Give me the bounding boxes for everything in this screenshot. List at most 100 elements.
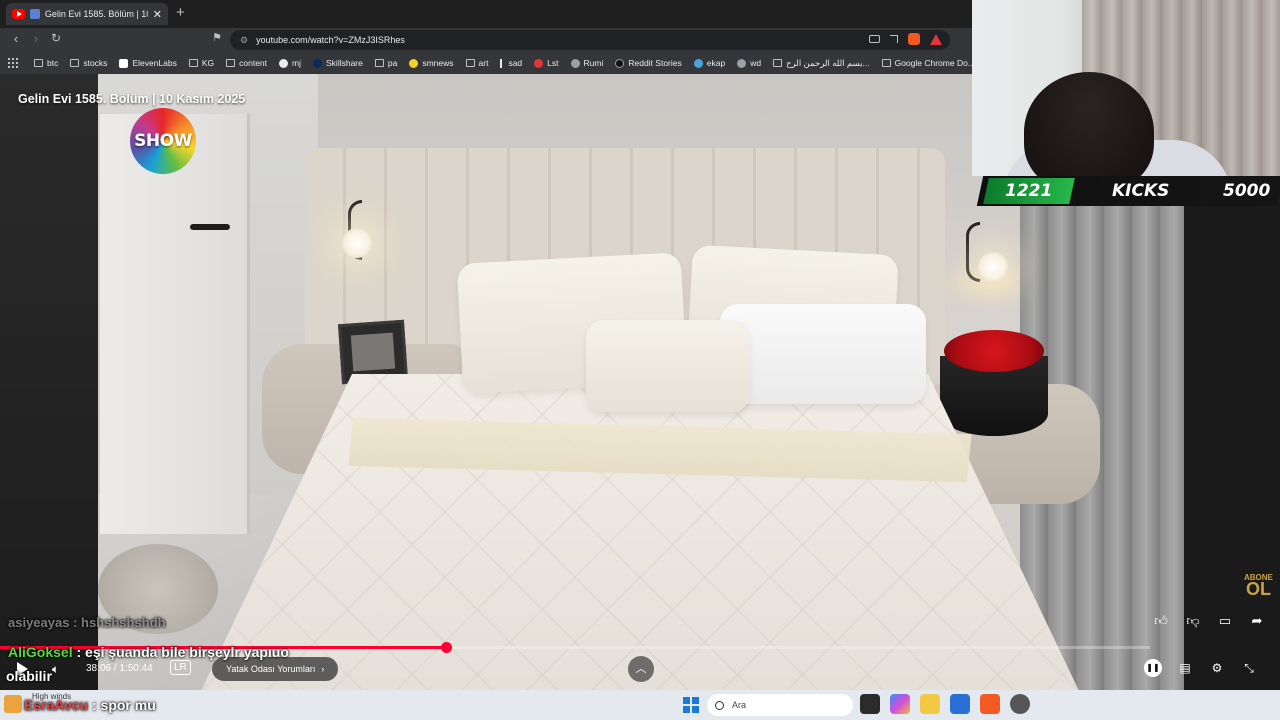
taskbar-search[interactable]: Ara	[707, 694, 853, 716]
bookmark-item[interactable]: Reddit Stories	[615, 58, 682, 68]
brave-browser-icon[interactable]	[980, 694, 1000, 714]
screen: Gelin Evi 1585. Bölüm | 10 Kasım 2025 SH…	[0, 0, 1280, 720]
settings-gear-icon[interactable]: ⚙	[1208, 659, 1226, 677]
dislike-icon[interactable]: 👎︎	[1182, 610, 1204, 632]
bookmark-item[interactable]: sad	[500, 58, 522, 68]
s-logo-icon	[534, 58, 544, 68]
bookmark-item[interactable]: KG	[188, 58, 214, 68]
chevron-up-icon[interactable]: ︿	[628, 656, 654, 682]
globe-icon	[570, 58, 580, 68]
video-scene-lamp-arm-right	[966, 222, 980, 282]
bookmark-item[interactable]: mj	[279, 58, 301, 68]
like-icon[interactable]: 👍︎	[1150, 610, 1172, 632]
weather-icon[interactable]	[4, 695, 22, 713]
url-text[interactable]: youtube.com/watch?v=ZMzJ3ISRhes	[256, 35, 405, 45]
document-icon	[773, 59, 783, 67]
webcam-overlay	[972, 0, 1280, 176]
forward-icon[interactable]: ›	[26, 31, 46, 46]
app-icon[interactable]	[1010, 694, 1030, 714]
video-letterbox	[0, 74, 98, 690]
kicks-label: KICKS	[1112, 181, 1170, 201]
exit-fullscreen-icon[interactable]: ⤡	[1240, 659, 1258, 677]
new-tab-icon[interactable]: +	[176, 4, 185, 21]
close-icon[interactable]: ✕	[153, 8, 162, 21]
youtube-icon	[12, 9, 26, 19]
bookmarks-bar: btc stocks ElevenLabs KG content mj Skil…	[0, 52, 972, 74]
bookmark-item[interactable]: wd	[737, 58, 761, 68]
omnibox-actions	[869, 33, 942, 45]
d-logo-icon	[615, 58, 625, 68]
video-title[interactable]: Gelin Evi 1585. Bölüm | 10 Kasım 2025	[18, 92, 245, 106]
kicks-count-box: 1221	[983, 178, 1075, 204]
copilot-icon[interactable]	[890, 694, 910, 714]
quality-badge-icon[interactable]: LR	[170, 660, 191, 675]
video-scene-pillow	[586, 320, 750, 412]
apps-grid-icon[interactable]	[8, 58, 18, 68]
file-explorer-icon[interactable]	[920, 694, 940, 714]
tab-title: Gelin Evi 1585. Bölüm | 10 Kas	[44, 9, 148, 19]
reload-icon[interactable]: ↻	[46, 31, 66, 45]
browser-toolbar: ‹ › ↻ ⚑ ⚙ youtube.com/watch?v=ZMzJ3ISRhe…	[0, 28, 972, 52]
video-scene-lamp-right	[978, 252, 1008, 282]
task-view-icon[interactable]	[860, 694, 880, 714]
windows-start-icon[interactable]	[683, 697, 699, 713]
chat-message: AliGoksel : eşi şuanda bile birşeylr yap…	[8, 644, 289, 660]
video-scene-door	[100, 114, 250, 534]
browser-tab[interactable]: Gelin Evi 1585. Bölüm | 10 Kas ✕	[6, 3, 168, 25]
bookmark-item[interactable]: content	[226, 58, 267, 68]
bookmark-item[interactable]: art	[465, 58, 488, 68]
globe-icon	[737, 58, 747, 68]
bookmark-item[interactable]: ekap	[693, 58, 725, 68]
comments-icon[interactable]: ▭	[1214, 610, 1236, 632]
autoplay-toggle-icon[interactable]: ❚❚	[1144, 659, 1162, 677]
video-scene-pillow	[720, 304, 926, 404]
channel-logo-text: SHOW	[134, 131, 192, 151]
subtitles-icon[interactable]: ▤	[1176, 659, 1194, 677]
bookmark-item[interactable]: Lst	[534, 58, 559, 68]
bookmark-item[interactable]: ElevenLabs	[119, 58, 177, 68]
windows-taskbar: High winds Ara	[0, 690, 1280, 720]
share-arrow-icon[interactable]: ➦	[1246, 610, 1268, 632]
folder-icon	[188, 59, 198, 67]
address-bar[interactable]: ⚙ youtube.com/watch?v=ZMzJ3ISRhes	[230, 30, 950, 50]
channel-logo: SHOW	[130, 108, 196, 174]
brave-rewards-icon[interactable]	[930, 33, 942, 45]
taskbar-apps	[860, 694, 1030, 714]
kicks-goal-box: 5000	[1208, 181, 1280, 201]
site-info-icon[interactable]: ⚙	[240, 35, 248, 46]
tab-group-icon	[30, 9, 40, 19]
brave-shields-icon[interactable]	[908, 33, 920, 45]
chapter-label: Yatak Odası Yorumları	[226, 664, 316, 674]
folder-icon	[226, 59, 236, 67]
chat-message: olabilir	[6, 668, 52, 684]
snipping-tool-icon[interactable]	[950, 694, 970, 714]
bookmark-item[interactable]: pa	[374, 58, 397, 68]
elevenlabs-icon	[119, 58, 129, 68]
bookmark-item[interactable]: Google Chrome Do...	[881, 58, 972, 68]
bookmark-item[interactable]: btc	[34, 58, 58, 68]
chevron-right-icon: ›	[321, 664, 325, 674]
chapter-button[interactable]: Yatak Odası Yorumları ›	[212, 657, 339, 681]
subscribe-overlay[interactable]: ABONE OL	[1244, 573, 1273, 598]
kicks-goal: 5000	[1222, 181, 1270, 201]
tab-strip: Gelin Evi 1585. Bölüm | 10 Kas ✕ +	[0, 0, 972, 28]
bookmark-item[interactable]: بسم الله الرحمن الرح...	[773, 58, 870, 69]
bookmark-icon[interactable]: ⚑	[207, 31, 227, 44]
bookmark-item[interactable]: Rumi	[570, 58, 603, 68]
share-icon[interactable]	[890, 35, 898, 43]
search-icon	[715, 700, 724, 710]
github-icon	[279, 58, 289, 68]
video-scene-roses-box	[940, 330, 1048, 440]
cast-icon[interactable]	[869, 35, 880, 43]
video-scene-door-handle	[190, 224, 230, 230]
bookmark-item[interactable]: stocks	[70, 58, 107, 68]
folder-icon	[881, 59, 891, 67]
back-icon[interactable]: ‹	[6, 31, 26, 46]
smiley-icon	[409, 58, 419, 68]
chat-message: EsraAvcu : spor mu	[24, 697, 156, 713]
skillshare-icon	[313, 58, 323, 68]
bookmark-item[interactable]: Skillshare	[313, 58, 363, 68]
bookmark-item[interactable]: smnews	[409, 58, 454, 68]
folder-icon	[465, 59, 475, 67]
volume-icon[interactable]: 🔈︎	[52, 662, 59, 677]
